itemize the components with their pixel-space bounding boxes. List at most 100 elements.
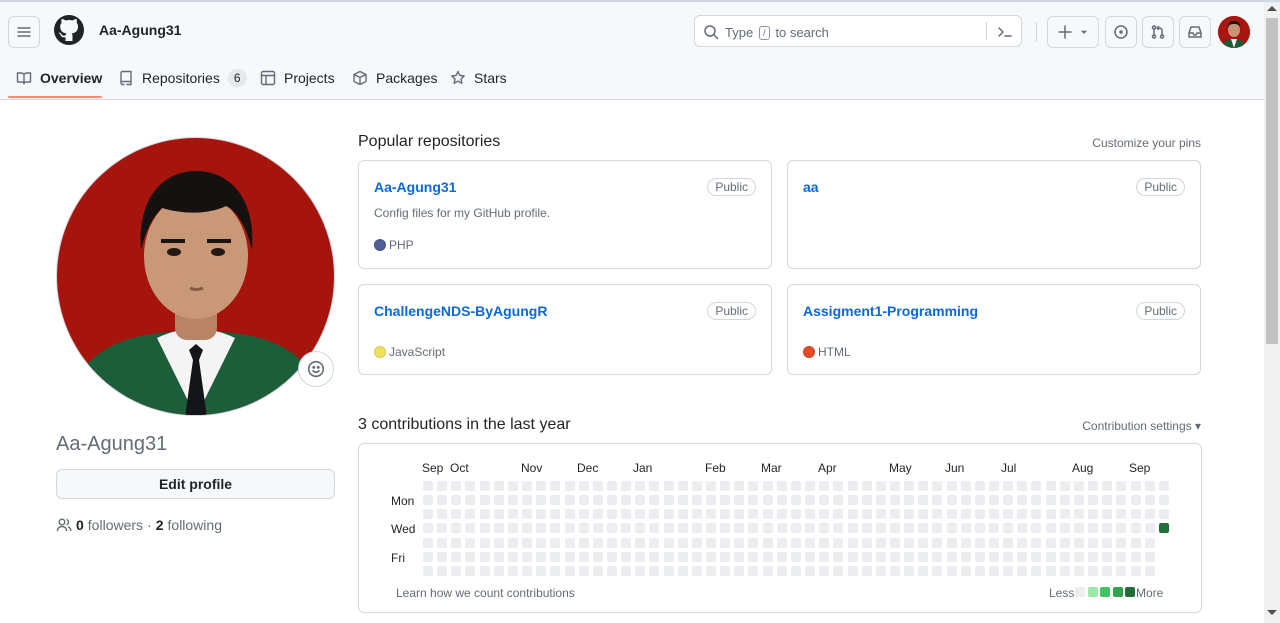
contribution-day-cell[interactable] (848, 495, 858, 505)
contribution-day-cell[interactable] (748, 495, 758, 505)
contribution-day-cell[interactable] (748, 566, 758, 576)
contribution-day-cell[interactable] (890, 552, 900, 562)
scroll-up-arrow[interactable] (1267, 6, 1277, 11)
contribution-day-cell[interactable] (961, 566, 971, 576)
contribution-day-cell[interactable] (833, 495, 843, 505)
contribution-day-cell[interactable] (579, 566, 589, 576)
contribution-day-cell[interactable] (876, 523, 886, 533)
contribution-day-cell[interactable] (989, 481, 999, 491)
contribution-day-cell[interactable] (1088, 538, 1098, 548)
contribution-day-cell[interactable] (862, 523, 872, 533)
contribution-day-cell[interactable] (918, 481, 928, 491)
contribution-day-cell[interactable] (437, 552, 447, 562)
contribution-day-cell[interactable] (947, 481, 957, 491)
contribution-day-cell[interactable] (989, 495, 999, 505)
contribution-day-cell[interactable] (678, 552, 688, 562)
contribution-day-cell[interactable] (1159, 495, 1169, 505)
contribution-day-cell[interactable] (1074, 538, 1084, 548)
contribution-day-cell[interactable] (975, 552, 985, 562)
contribution-day-cell[interactable] (437, 509, 447, 519)
contribution-day-cell[interactable] (607, 566, 617, 576)
contribution-day-cell[interactable] (522, 523, 532, 533)
contribution-day-cell[interactable] (1031, 552, 1041, 562)
contribution-day-cell[interactable] (522, 495, 532, 505)
contribution-day-cell[interactable] (961, 495, 971, 505)
contribution-day-cell[interactable] (1017, 523, 1027, 533)
contribution-day-cell[interactable] (763, 538, 773, 548)
contribution-day-cell[interactable] (522, 481, 532, 491)
contribution-day-cell[interactable] (1031, 566, 1041, 576)
contribution-day-cell[interactable] (607, 481, 617, 491)
contribution-day-cell[interactable] (1145, 495, 1155, 505)
contribution-day-cell[interactable] (1131, 566, 1141, 576)
contribution-day-cell[interactable] (791, 495, 801, 505)
contribution-day-cell[interactable] (536, 495, 546, 505)
contribution-day-cell[interactable] (763, 495, 773, 505)
contribution-day-cell[interactable] (635, 552, 645, 562)
contribution-day-cell[interactable] (593, 495, 603, 505)
contribution-day-cell[interactable] (423, 538, 433, 548)
contribution-day-cell[interactable] (692, 523, 702, 533)
contribution-day-cell[interactable] (451, 509, 461, 519)
contribution-day-cell[interactable] (1088, 509, 1098, 519)
github-logo-icon[interactable] (53, 14, 85, 46)
contribution-day-cell[interactable] (522, 509, 532, 519)
contribution-day-cell[interactable] (805, 481, 815, 491)
contribution-day-cell[interactable] (607, 509, 617, 519)
followers-link[interactable]: 0 followers (76, 517, 143, 533)
contribution-day-cell[interactable] (1060, 523, 1070, 533)
contribution-day-cell[interactable] (947, 509, 957, 519)
contribution-day-cell[interactable] (1102, 495, 1112, 505)
contribution-day-cell[interactable] (1088, 523, 1098, 533)
contribution-day-cell[interactable] (777, 523, 787, 533)
tab-packages[interactable]: Packages (352, 68, 437, 88)
contribution-day-cell[interactable] (635, 566, 645, 576)
scroll-down-arrow[interactable] (1267, 610, 1277, 615)
contribution-day-cell[interactable] (819, 523, 829, 533)
contribution-day-cell[interactable] (565, 566, 575, 576)
contribution-day-cell[interactable] (607, 523, 617, 533)
contribution-day-cell[interactable] (1003, 538, 1013, 548)
contribution-day-cell[interactable] (1159, 523, 1169, 533)
contribution-day-cell[interactable] (1031, 481, 1041, 491)
contribution-day-cell[interactable] (734, 509, 744, 519)
contribution-day-cell[interactable] (876, 566, 886, 576)
contribution-day-cell[interactable] (918, 509, 928, 519)
contribution-day-cell[interactable] (748, 523, 758, 533)
contribution-day-cell[interactable] (621, 495, 631, 505)
contribution-day-cell[interactable] (833, 538, 843, 548)
inbox-button[interactable] (1179, 16, 1211, 48)
contribution-day-cell[interactable] (579, 509, 589, 519)
contribution-day-cell[interactable] (550, 538, 560, 548)
contribution-day-cell[interactable] (621, 509, 631, 519)
contribution-day-cell[interactable] (635, 523, 645, 533)
contribution-day-cell[interactable] (522, 566, 532, 576)
contribution-day-cell[interactable] (819, 566, 829, 576)
contribution-day-cell[interactable] (720, 552, 730, 562)
contribution-day-cell[interactable] (932, 523, 942, 533)
contribution-day-cell[interactable] (904, 509, 914, 519)
contribution-day-cell[interactable] (1145, 509, 1155, 519)
contribution-day-cell[interactable] (1017, 495, 1027, 505)
contribution-day-cell[interactable] (621, 523, 631, 533)
contribution-day-cell[interactable] (720, 523, 730, 533)
contribution-day-cell[interactable] (692, 552, 702, 562)
contribution-day-cell[interactable] (621, 552, 631, 562)
contribution-day-cell[interactable] (763, 552, 773, 562)
contribution-day-cell[interactable] (423, 509, 433, 519)
contribution-day-cell[interactable] (904, 566, 914, 576)
contribution-day-cell[interactable] (1046, 523, 1056, 533)
contribution-day-cell[interactable] (1003, 552, 1013, 562)
contribution-day-cell[interactable] (734, 523, 744, 533)
contribution-day-cell[interactable] (706, 538, 716, 548)
contribution-day-cell[interactable] (565, 509, 575, 519)
contribution-day-cell[interactable] (621, 566, 631, 576)
contribution-day-cell[interactable] (664, 495, 674, 505)
contribution-day-cell[interactable] (748, 552, 758, 562)
contribution-day-cell[interactable] (480, 566, 490, 576)
contribution-day-cell[interactable] (1131, 523, 1141, 533)
contribution-day-cell[interactable] (649, 538, 659, 548)
contribution-day-cell[interactable] (451, 495, 461, 505)
learn-contributions-link[interactable]: Learn how we count contributions (396, 586, 575, 600)
contribution-day-cell[interactable] (848, 538, 858, 548)
